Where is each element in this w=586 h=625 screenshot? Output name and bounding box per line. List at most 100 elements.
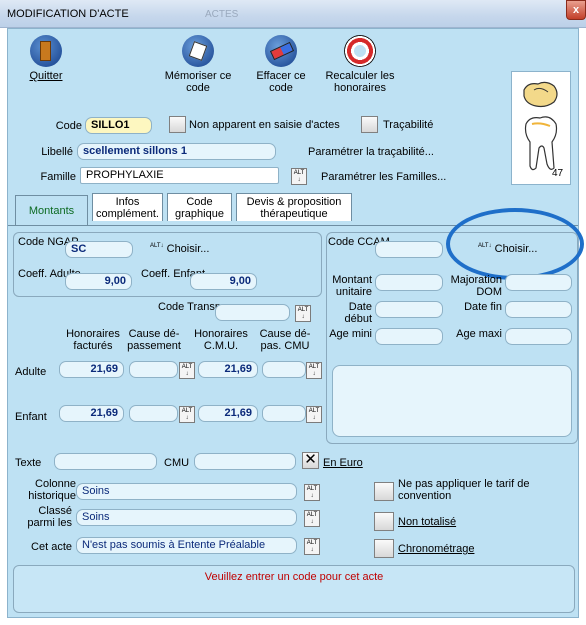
adulte-label: Adulte	[15, 366, 47, 378]
code-input[interactable]: SILLO1	[85, 117, 152, 134]
eraser-icon	[265, 35, 297, 67]
non-totalise-label: Non totalisé	[398, 516, 457, 528]
enfant-cause-dropdown[interactable]: ALT ↓	[179, 406, 195, 423]
code-label: Code	[55, 120, 82, 132]
enfant-label: Enfant	[15, 411, 47, 423]
colonne-historique-label: Colonne historique	[28, 478, 76, 502]
enfant-cause-cmu-dropdown[interactable]: ALT ↓	[306, 406, 322, 423]
door-exit-icon	[30, 35, 62, 67]
date-fin-label: Date fin	[464, 301, 502, 313]
quit-button[interactable]: Quitter	[24, 35, 68, 82]
en-euro-label: En Euro	[323, 457, 363, 469]
tab-montants[interactable]: Montants	[15, 195, 88, 226]
cet-acte-select[interactable]: N'est pas soumis à Entente Préalable	[76, 537, 297, 554]
classe-parmi-select[interactable]: Soins	[76, 509, 297, 526]
erase-button[interactable]: Effacer ce code	[251, 35, 311, 94]
param-tracabilite-link[interactable]: Paramétrer la traçabilité...	[308, 146, 434, 158]
recalc-label: Recalculer les honoraires	[325, 70, 395, 94]
erase-label: Effacer ce code	[256, 70, 306, 94]
status-panel: Veuillez entrer un code pour cet acte	[13, 565, 575, 613]
age-maxi-input[interactable]	[505, 328, 572, 345]
title-bar[interactable]: MODIFICATION D'ACTE ACTES x	[0, 0, 586, 28]
montant-unitaire-input[interactable]	[375, 274, 443, 291]
age-maxi-label: Age maxi	[456, 328, 502, 340]
window-title: MODIFICATION D'ACTE	[7, 8, 129, 20]
adulte-cause-cmu-dropdown[interactable]: ALT ↓	[306, 362, 322, 379]
ne-pas-appliquer-label: Ne pas appliquer le tarif de convention	[398, 478, 530, 502]
age-mini-label: Age mini	[329, 328, 372, 340]
cmu-input[interactable]	[194, 453, 296, 470]
status-message: Veuillez entrer un code pour cet acte	[204, 571, 384, 583]
recalc-button[interactable]: Recalculer les honoraires	[319, 35, 401, 94]
memorize-label: Mémoriser ce code	[164, 70, 232, 94]
memorize-icon	[182, 35, 214, 67]
date-debut-input[interactable]	[375, 301, 443, 318]
adulte-cause-dropdown[interactable]: ALT ↓	[179, 362, 195, 379]
adulte-cause-cmu-input[interactable]	[262, 361, 306, 378]
majoration-dom-input[interactable]	[505, 274, 572, 291]
cet-acte-dropdown[interactable]: ALT ↓	[304, 538, 320, 555]
non-apparent-checkbox[interactable]	[169, 116, 186, 133]
montant-unitaire-label: Montant unitaire	[332, 274, 372, 298]
famille-dropdown-button[interactable]: ALT ↓	[291, 168, 307, 185]
ngap-choisir-button[interactable]: ALT↓ Choisir...	[150, 243, 209, 255]
quit-label: Quitter	[29, 70, 63, 82]
coeff-enfant-label: Coeff. Enfant	[141, 268, 206, 280]
tooth-picture[interactable]: 47	[511, 71, 571, 185]
famille-select[interactable]: PROPHYLAXIE	[80, 167, 279, 184]
libelle-input[interactable]: scellement sillons 1	[77, 143, 276, 160]
background-window-title: ACTES	[205, 9, 239, 20]
close-button[interactable]: x	[566, 0, 586, 20]
transpo-input[interactable]	[215, 304, 290, 321]
coeff-enfant-input[interactable]: 9,00	[190, 273, 257, 290]
non-apparent-label: Non apparent en saisie d'actes	[189, 119, 340, 131]
tab-infos[interactable]: Infos complément.	[92, 193, 163, 221]
code-ccam-input[interactable]	[375, 241, 443, 258]
chronometrage-checkbox[interactable]	[374, 539, 394, 558]
libelle-label: Libellé	[41, 146, 73, 158]
tooth-number: 47	[552, 168, 564, 179]
adulte-cmu-input[interactable]: 21,69	[198, 361, 258, 378]
code-ngap-input[interactable]: SC	[65, 241, 133, 258]
ngap-choisir-label: Choisir...	[166, 243, 210, 255]
tab-code-graphique[interactable]: Code graphique	[167, 193, 232, 221]
majoration-dom-label: Majoration DOM	[450, 274, 502, 298]
col-honoraires: Honoraires facturés	[66, 328, 120, 352]
enfant-honoraires-input[interactable]: 21,69	[59, 405, 124, 422]
adulte-honoraires-input[interactable]: 21,69	[59, 361, 124, 378]
memorize-button[interactable]: Mémoriser ce code	[163, 35, 233, 94]
cmu-label: CMU	[164, 457, 190, 469]
en-euro-checkbox[interactable]: ✕	[302, 452, 319, 469]
adulte-cause-input[interactable]	[129, 361, 178, 378]
transpo-dropdown-button[interactable]: ALT ↓	[295, 305, 311, 322]
tab-devis[interactable]: Devis & proposition thérapeutique	[236, 193, 352, 221]
date-debut-label: Date début	[344, 301, 372, 325]
col-honoraires-cmu: Honoraires C.M.U.	[194, 328, 248, 352]
age-mini-input[interactable]	[375, 328, 443, 345]
non-totalise-checkbox[interactable]	[374, 512, 394, 531]
classe-dropdown[interactable]: ALT ↓	[304, 510, 320, 527]
modification-window: MODIFICATION D'ACTE ACTES x Quitter Mémo…	[0, 0, 586, 625]
transpo-label: Code Transpo	[158, 301, 228, 313]
enfant-cmu-input[interactable]: 21,69	[198, 405, 258, 422]
code-ccam-label: Code CCAM	[328, 236, 390, 248]
ne-pas-appliquer-checkbox[interactable]	[374, 482, 394, 501]
col-cause-depassement: Cause dé-passement	[127, 328, 181, 352]
param-familles-link[interactable]: Paramétrer les Familles...	[321, 171, 446, 183]
ccam-description-box[interactable]	[332, 365, 572, 437]
colonne-historique-select[interactable]: Soins	[76, 483, 297, 500]
tracabilite-checkbox[interactable]	[361, 116, 378, 133]
enfant-cause-cmu-input[interactable]	[262, 405, 306, 422]
texte-input[interactable]	[54, 453, 157, 470]
chronometrage-label: Chronométrage	[398, 543, 475, 555]
classe-parmi-label: Classé parmi les	[27, 505, 72, 529]
date-fin-input[interactable]	[505, 301, 572, 318]
dialog-body: Quitter Mémoriser ce code Effacer ce cod…	[7, 28, 584, 618]
tracabilite-label: Traçabilité	[383, 119, 434, 131]
colonne-dropdown[interactable]: ALT ↓	[304, 484, 320, 501]
col-cause-cmu: Cause dé-pas. CMU	[259, 328, 311, 352]
coeff-adulte-input[interactable]: 9,00	[65, 273, 132, 290]
enfant-cause-input[interactable]	[129, 405, 178, 422]
cet-acte-label: Cet acte	[31, 541, 72, 553]
code-ngap-label: Code NGAP	[18, 236, 79, 248]
